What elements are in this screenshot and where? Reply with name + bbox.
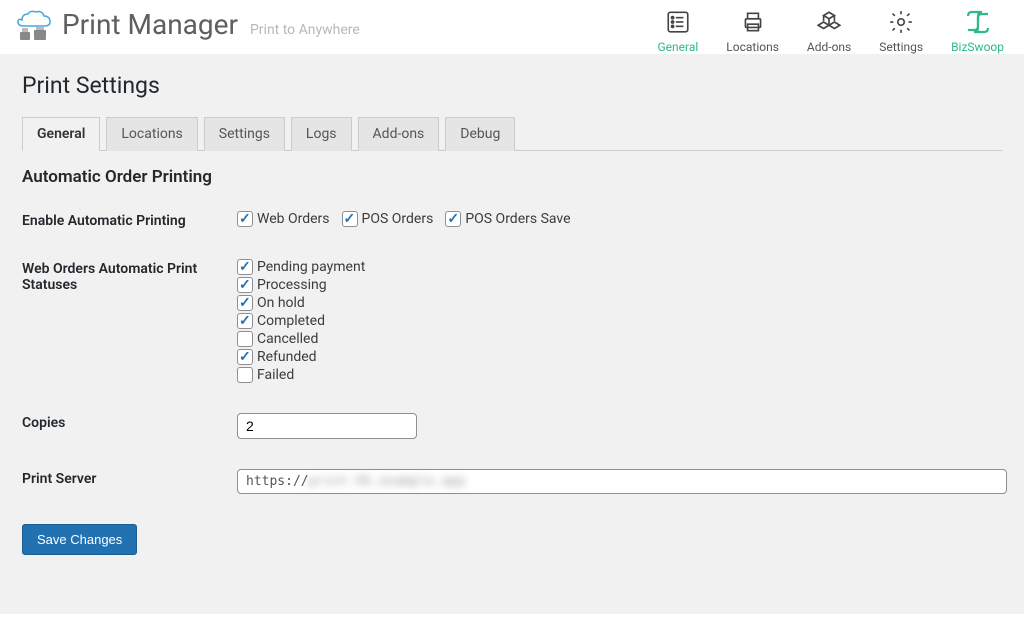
checkbox-pos-orders-save[interactable] <box>445 211 461 227</box>
save-button[interactable]: Save Changes <box>22 524 137 555</box>
checkbox-completed[interactable] <box>237 313 253 329</box>
checkbox-failed[interactable] <box>237 367 253 383</box>
label-web-orders: Web Orders <box>257 211 330 227</box>
checkbox-pos-orders[interactable] <box>342 211 358 227</box>
row-print-statuses: Web Orders Automatic Print Statuses Pend… <box>22 259 1002 383</box>
enable-label: Enable Automatic Printing <box>22 211 237 229</box>
statuses-label: Web Orders Automatic Print Statuses <box>22 259 237 293</box>
row-enable-automatic-printing: Enable Automatic Printing Web Orders POS… <box>22 211 1002 229</box>
checkbox-on-hold[interactable] <box>237 295 253 311</box>
label-pos-orders-save: POS Orders Save <box>465 211 570 227</box>
topnav-bizswoop[interactable]: BizSwoop <box>951 8 1004 54</box>
topnav-label: Locations <box>726 40 779 54</box>
tab-addons[interactable]: Add-ons <box>358 117 440 151</box>
main-content: Print Settings General Locations Setting… <box>0 54 1024 614</box>
cubes-icon <box>815 8 843 36</box>
checkbox-refunded[interactable] <box>237 349 253 365</box>
bizswoop-icon <box>964 8 992 36</box>
checkbox-cancelled[interactable] <box>237 331 253 347</box>
app-header: Print Manager Print to Anywhere General … <box>0 0 1024 54</box>
label-refunded: Refunded <box>257 349 317 365</box>
checkbox-pending-payment[interactable] <box>237 259 253 275</box>
brand-icon <box>12 8 52 48</box>
tab-locations[interactable]: Locations <box>106 117 197 151</box>
page-title: Print Settings <box>22 72 1002 99</box>
server-input[interactable]: https://print-XX.example.app <box>237 469 1007 494</box>
tab-general[interactable]: General <box>22 117 100 151</box>
brand: Print Manager Print to Anywhere <box>12 8 360 48</box>
label-pending: Pending payment <box>257 259 365 275</box>
list-icon <box>664 8 692 36</box>
label-pos-orders: POS Orders <box>362 211 434 227</box>
topnav-addons[interactable]: Add-ons <box>807 8 851 54</box>
checkbox-web-orders[interactable] <box>237 211 253 227</box>
topnav-label: BizSwoop <box>951 40 1004 54</box>
server-label: Print Server <box>22 469 237 487</box>
copies-input[interactable] <box>237 413 417 439</box>
tab-debug[interactable]: Debug <box>445 117 515 151</box>
brand-subtitle: Print to Anywhere <box>250 22 360 41</box>
gear-icon <box>887 8 915 36</box>
label-processing: Processing <box>257 277 327 293</box>
label-completed: Completed <box>257 313 325 329</box>
settings-tabs: General Locations Settings Logs Add-ons … <box>22 117 1002 151</box>
label-cancelled: Cancelled <box>257 331 318 347</box>
tab-logs[interactable]: Logs <box>291 117 352 151</box>
top-nav: General Locations Add-ons Settings BizSw… <box>657 8 1004 54</box>
topnav-label: Add-ons <box>807 40 851 54</box>
label-failed: Failed <box>257 367 294 383</box>
brand-title: Print Manager <box>62 8 238 41</box>
topnav-general[interactable]: General <box>657 8 698 54</box>
topnav-locations[interactable]: Locations <box>726 8 779 54</box>
tab-settings[interactable]: Settings <box>204 117 285 151</box>
topnav-settings[interactable]: Settings <box>879 8 923 54</box>
printer-icon <box>739 8 767 36</box>
row-copies: Copies <box>22 413 1002 439</box>
label-on-hold: On hold <box>257 295 305 311</box>
topnav-label: Settings <box>879 40 923 54</box>
row-print-server: Print Server https://print-XX.example.ap… <box>22 469 1002 494</box>
checkbox-processing[interactable] <box>237 277 253 293</box>
topnav-label: General <box>657 40 698 54</box>
copies-label: Copies <box>22 413 237 431</box>
section-title: Automatic Order Printing <box>22 167 1002 187</box>
